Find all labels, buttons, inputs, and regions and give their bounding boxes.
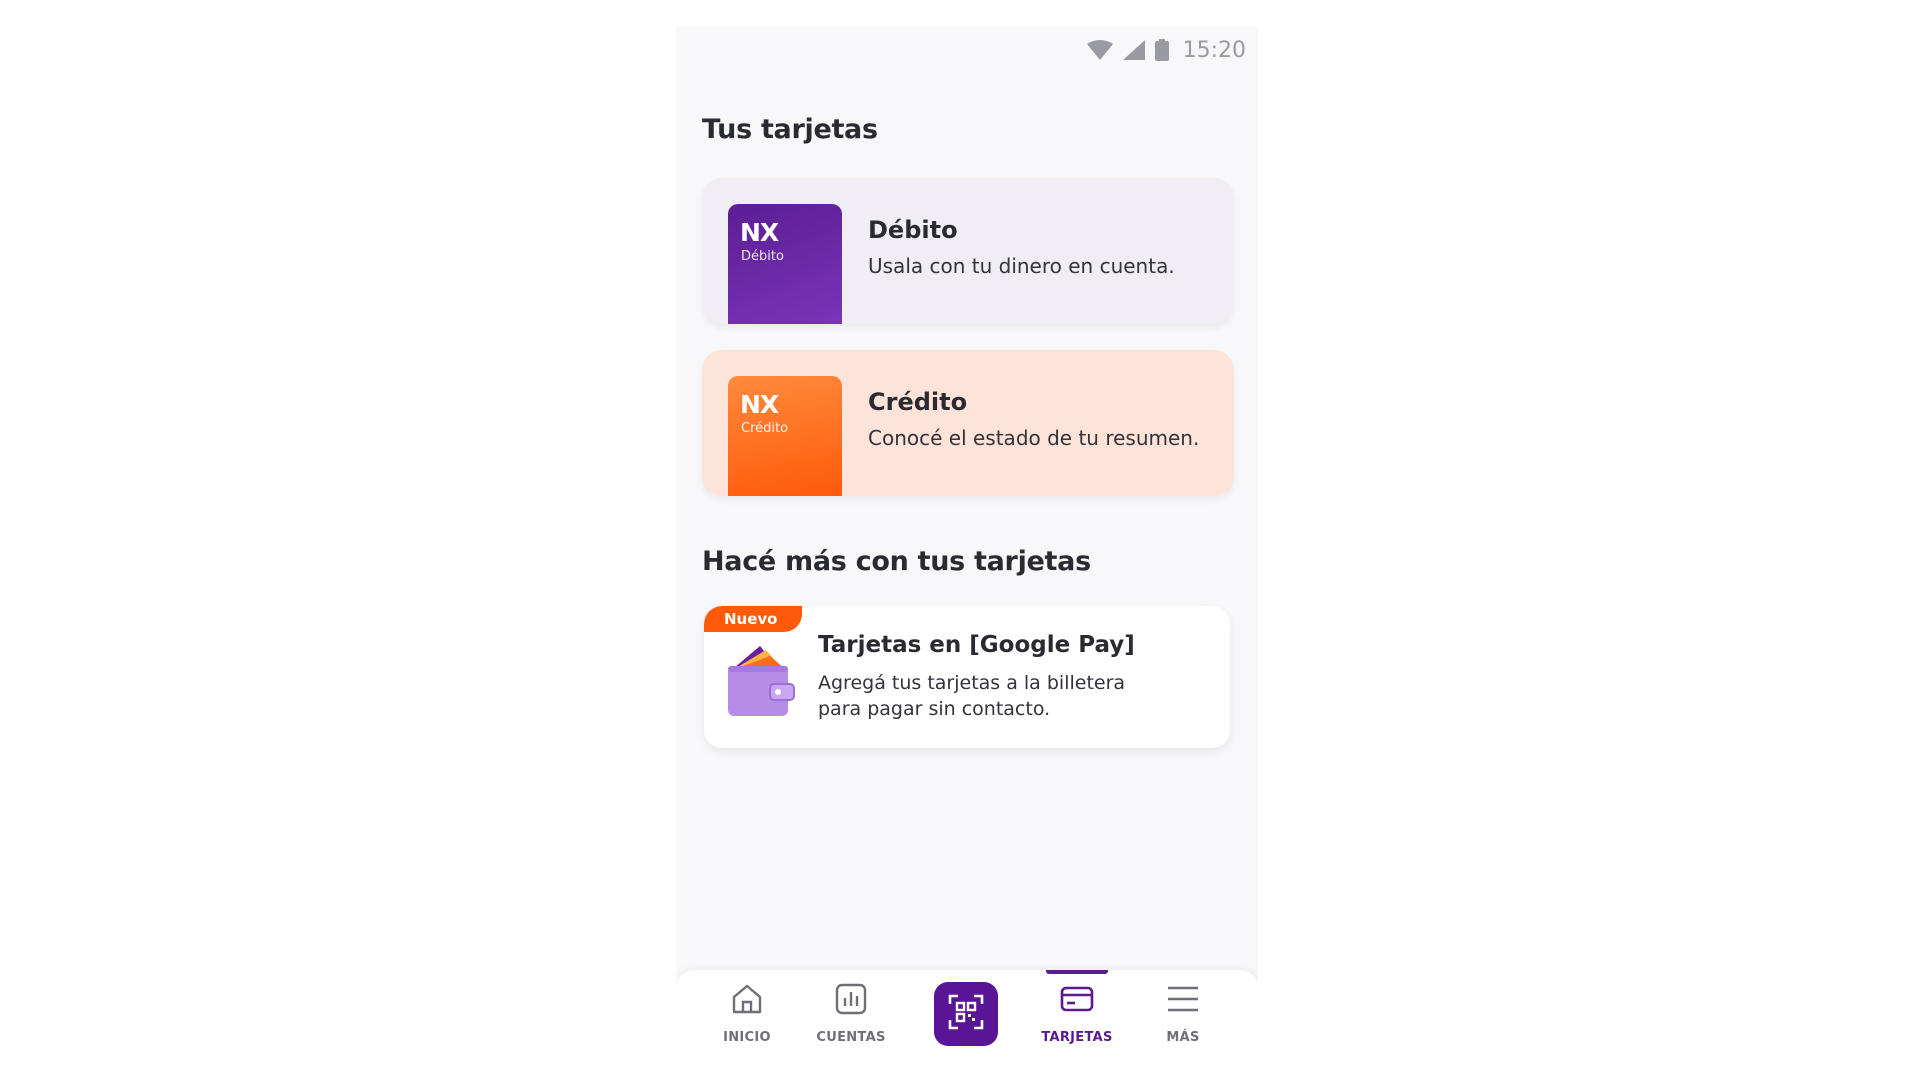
signal-icon bbox=[1122, 40, 1145, 60]
qr-scan-button[interactable] bbox=[934, 982, 998, 1046]
nav-label-mas: MÁS bbox=[1166, 1030, 1200, 1045]
google-pay-promo-card[interactable]: Nuevo Tarjetas en [Google Pay] Agregá tu… bbox=[704, 606, 1230, 748]
wallet-icon bbox=[726, 640, 796, 724]
cards-section-title: Tus tarjetas bbox=[702, 114, 878, 145]
nav-label-cuentas: CUENTAS bbox=[816, 1030, 886, 1045]
nav-item-tarjetas[interactable]: TARJETAS bbox=[1032, 970, 1122, 1056]
nav-item-cuentas[interactable]: CUENTAS bbox=[806, 970, 896, 1056]
card-icon bbox=[1059, 982, 1095, 1020]
new-badge: Nuevo bbox=[704, 606, 802, 632]
promo-title: Tarjetas en [Google Pay] bbox=[818, 632, 1135, 658]
debit-card-item[interactable]: NX Débito Débito Usala con tu dinero en … bbox=[702, 178, 1234, 324]
nav-item-mas[interactable]: MÁS bbox=[1138, 970, 1228, 1056]
credit-card-thumbnail: NX Crédito bbox=[728, 376, 842, 496]
chart-icon bbox=[834, 982, 868, 1020]
card-logo-subtitle: Débito bbox=[741, 249, 784, 264]
bottom-navigation: INICIO CUENTAS TARJETAS MÁS bbox=[676, 970, 1258, 1056]
phone-screen: 15:20 Tus tarjetas NX Débito Débito Usal… bbox=[676, 26, 1258, 1056]
qr-scan-icon bbox=[948, 994, 984, 1034]
wifi-icon bbox=[1086, 40, 1113, 60]
credit-card-item[interactable]: NX Crédito Crédito Conocé el estado de t… bbox=[702, 350, 1234, 496]
status-bar: 15:20 bbox=[1086, 32, 1246, 68]
nav-label-tarjetas: TARJETAS bbox=[1041, 1030, 1113, 1045]
active-tab-indicator bbox=[1046, 970, 1108, 974]
nav-item-inicio[interactable]: INICIO bbox=[702, 970, 792, 1056]
debit-card-description: Usala con tu dinero en cuenta. bbox=[868, 254, 1175, 278]
home-icon bbox=[730, 982, 764, 1020]
more-section-title: Hacé más con tus tarjetas bbox=[702, 546, 1091, 577]
debit-card-thumbnail: NX Débito bbox=[728, 204, 842, 324]
card-logo: NX bbox=[740, 390, 779, 419]
battery-icon bbox=[1154, 39, 1169, 61]
debit-card-title: Débito bbox=[868, 216, 958, 244]
promo-description: Agregá tus tarjetas a la billetera para … bbox=[818, 672, 1126, 720]
status-time: 15:20 bbox=[1182, 37, 1246, 63]
card-logo-subtitle: Crédito bbox=[741, 421, 789, 436]
credit-card-description: Conocé el estado de tu resumen. bbox=[868, 426, 1200, 450]
menu-icon bbox=[1165, 982, 1201, 1020]
nav-label-inicio: INICIO bbox=[723, 1030, 771, 1045]
card-logo: NX bbox=[740, 218, 779, 247]
credit-card-title: Crédito bbox=[868, 388, 968, 416]
